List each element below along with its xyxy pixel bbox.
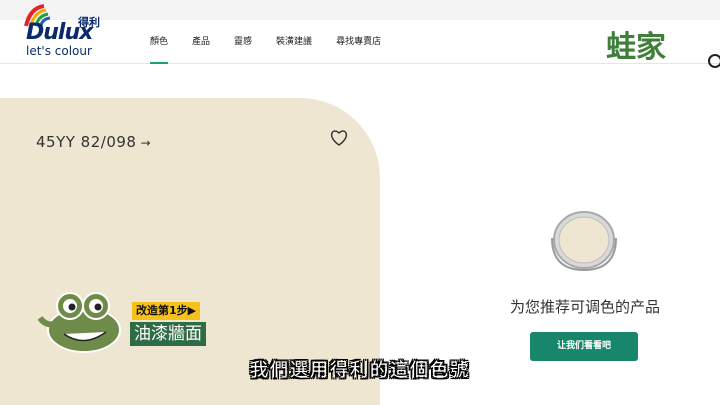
main-nav: 顏色 產品 靈感 裝潢建議 尋找專賣店 bbox=[150, 20, 405, 64]
colour-code: 45YY 82/098 bbox=[36, 133, 137, 151]
recommend-heading: 为您推荐可调色的产品 bbox=[509, 298, 660, 316]
top-strip bbox=[0, 0, 720, 20]
nav-item-products[interactable]: 產品 bbox=[192, 20, 210, 64]
nav-item-inspiration[interactable]: 靈感 bbox=[234, 20, 252, 64]
video-subtitle: 我們選用得利的這個色號 bbox=[250, 360, 470, 381]
channel-watermark: 蛙家 bbox=[606, 30, 666, 65]
frog-mascot-icon bbox=[37, 292, 121, 353]
colour-code-link[interactable]: 45YY 82/098 → bbox=[36, 133, 151, 151]
heart-icon[interactable] bbox=[330, 130, 348, 146]
arrow-right-icon: → bbox=[140, 136, 152, 150]
step-title: 油漆牆面 bbox=[130, 322, 206, 346]
logo-brand-chinese: 得利 bbox=[78, 16, 100, 29]
paint-can-icon bbox=[551, 211, 617, 272]
search-icon[interactable] bbox=[708, 54, 720, 68]
nav-item-colour[interactable]: 顏色 bbox=[150, 20, 169, 64]
nav-item-store-finder[interactable]: 尋找專賣店 bbox=[336, 20, 381, 64]
step-badge: 改造第1步▶ bbox=[132, 302, 201, 320]
nav-item-decor-advice[interactable]: 裝潢建議 bbox=[276, 20, 312, 64]
logo-tagline: let's colour bbox=[26, 44, 92, 58]
dulux-logo[interactable]: Dulux 得利 let's colour bbox=[24, 4, 134, 78]
